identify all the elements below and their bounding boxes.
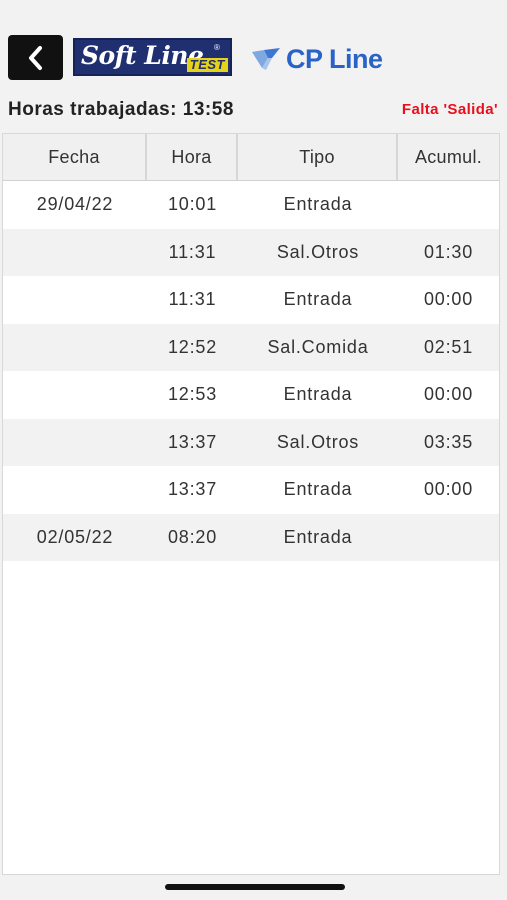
cell-acumul: 03:35 (423, 431, 474, 452)
cell-tipo: Entrada (283, 289, 353, 310)
cell-fecha (3, 466, 147, 514)
cell-acumul: 01:30 (423, 241, 474, 262)
cpline-logo: CP Line (250, 40, 383, 78)
cell-tipo: Sal.Otros (276, 431, 360, 452)
cell-acumul (398, 181, 499, 229)
column-header-fecha: Fecha (3, 134, 147, 180)
hours-worked-label: Horas trabajadas: 13:58 (8, 99, 234, 120)
cell-hora: 12:52 (167, 336, 218, 357)
cell-hora: 11:31 (168, 241, 217, 262)
app-header: Soft Line ® TEST CP Line Horas trabajada… (0, 0, 507, 120)
cell-fecha (3, 324, 147, 372)
cell-tipo: Entrada (283, 384, 353, 405)
softline-logo: Soft Line ® TEST (73, 38, 232, 76)
hours-summary: Horas trabajadas: 13:58 Falta 'Salida' (8, 96, 498, 124)
table-row[interactable]: 13:37 Sal.Otros 03:35 (3, 418, 499, 467)
table-row[interactable]: 02/05/22 08:20 Entrada (3, 513, 499, 562)
test-environment-tag: TEST (186, 58, 228, 72)
table-row[interactable]: 29/04/22 10:01 Entrada (3, 181, 499, 229)
back-button[interactable] (8, 35, 63, 80)
table-row[interactable]: 13:37 Entrada 00:00 (3, 466, 499, 514)
table-row[interactable]: 12:53 Entrada 00:00 (3, 371, 499, 419)
table-row[interactable]: 11:31 Entrada 00:00 (3, 276, 499, 324)
cpline-emblem-icon (252, 48, 280, 70)
clock-records-table: Fecha Hora Tipo Acumul. 29/04/22 10:01 E… (2, 133, 500, 875)
cell-fecha (3, 229, 147, 277)
table-row[interactable]: 12:52 Sal.Comida 02:51 (3, 323, 499, 372)
registered-mark: ® (214, 43, 220, 52)
cell-tipo: Entrada (283, 526, 353, 547)
cell-tipo: Entrada (283, 479, 353, 500)
cell-fecha (3, 371, 147, 419)
column-header-hora: Hora (147, 134, 238, 180)
cpline-logo-text: CP Line (286, 43, 383, 74)
cell-fecha (3, 276, 147, 324)
chevron-left-icon (28, 45, 42, 70)
cell-tipo: Entrada (283, 194, 353, 215)
cell-hora: 12:53 (167, 384, 218, 405)
column-header-acumul: Acumul. (414, 146, 483, 167)
cell-hora: 10:01 (167, 194, 218, 215)
column-header-tipo: Tipo (238, 134, 398, 180)
cell-hora: 11:31 (168, 289, 217, 310)
cell-hora: 13:37 (167, 479, 218, 500)
cell-hora: 13:37 (167, 431, 218, 452)
cell-acumul: 02:51 (423, 336, 474, 357)
cell-acumul (398, 514, 499, 562)
cell-fecha: 02/05/22 (36, 526, 114, 547)
cell-acumul: 00:00 (423, 384, 474, 405)
cell-fecha: 29/04/22 (36, 194, 114, 215)
cell-acumul: 00:00 (423, 479, 474, 500)
table-row[interactable]: 11:31 Sal.Otros 01:30 (3, 228, 499, 277)
softline-logo-text: Soft Line (81, 41, 204, 70)
cell-tipo: Sal.Otros (276, 241, 360, 262)
cell-acumul: 00:00 (423, 289, 474, 310)
cell-hora: 08:20 (167, 526, 218, 547)
table-header: Fecha Hora Tipo Acumul. (3, 134, 499, 181)
missing-exit-warning: Falta 'Salida' (401, 101, 498, 118)
home-indicator[interactable] (165, 884, 345, 890)
cell-fecha (3, 419, 147, 467)
cell-tipo: Sal.Comida (267, 336, 369, 357)
